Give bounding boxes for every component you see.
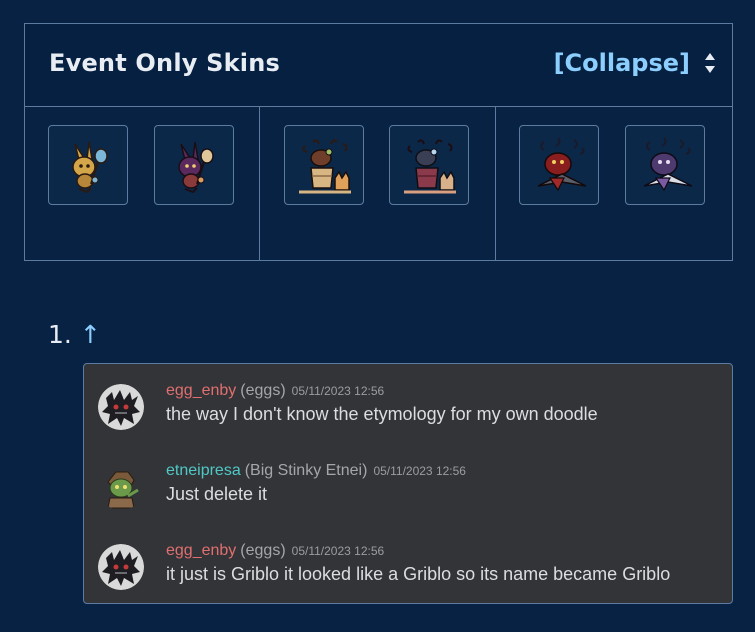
skin-slot[interactable] (389, 125, 469, 205)
message-text: it just is Griblo it looked like a Gribl… (166, 564, 671, 584)
skins-table-title: Event Only Skins (49, 49, 280, 77)
timestamp: 05/11/2023 12:56 (373, 464, 466, 478)
collapse-toggle[interactable]: [Collapse] (554, 49, 716, 77)
nickname: (eggs) (240, 542, 286, 559)
goblin-avatar-icon (98, 464, 144, 510)
message-text: Just delete it (166, 484, 268, 504)
bunny-pet-skin-purple-icon (178, 141, 214, 194)
timestamp: 05/11/2023 12:56 (291, 384, 385, 398)
skins-table-header: Event Only Skins [Collapse] (25, 24, 732, 107)
chat-message: egg_enby (eggs) 05/11/2023 12:56 the way I… (84, 378, 732, 438)
bird-pet-skin-red-icon (537, 137, 587, 192)
skins-cell-bunny (25, 107, 260, 260)
chat-message: etneipresa (Big Stinky Etnei) 05/11/2023 1… (84, 458, 732, 518)
skin-slot[interactable] (519, 125, 599, 205)
sort-up-down-icon[interactable] (704, 52, 716, 74)
collapse-link[interactable]: [Collapse] (554, 49, 690, 77)
skin-slot[interactable] (625, 125, 705, 205)
skins-cell-bird (496, 107, 732, 260)
message-header: egg_enby (eggs) 05/11/2023 12:56 (166, 382, 384, 400)
timestamp: 05/11/2023 12:56 (291, 544, 385, 558)
black-creature-avatar-icon (98, 544, 144, 590)
skin-slot[interactable] (48, 125, 128, 205)
message-header: etneipresa (Big Stinky Etnei) 05/11/2023 1… (166, 462, 466, 480)
reference-number: 1. (48, 320, 72, 349)
chat-message: egg_enby (eggs) 05/11/2023 12:56 it just i… (84, 538, 732, 598)
username[interactable]: etneipresa (166, 462, 241, 479)
nickname: (Big Stinky Etnei) (244, 462, 368, 479)
event-only-skins-table: Event Only Skins [Collapse] (24, 23, 733, 261)
bird-pet-skin-violet-icon (643, 137, 693, 192)
skins-table-body (25, 107, 732, 260)
skins-cell-basket (260, 107, 496, 260)
jump-up-arrow-link[interactable]: ↑ (80, 320, 101, 349)
skin-slot[interactable] (284, 125, 364, 205)
black-creature-avatar-icon (98, 384, 144, 430)
basket-pet-skin-purple-icon (404, 139, 456, 194)
wiki-page: Event Only Skins [Collapse] 1. ↑ egg_enb… (0, 0, 755, 632)
username[interactable]: egg_enby (166, 542, 236, 559)
basket-pet-skin-tan-icon (299, 139, 351, 194)
username[interactable]: egg_enby (166, 382, 236, 399)
nickname: (eggs) (240, 382, 286, 399)
discord-chat-screenshot: egg_enby (eggs) 05/11/2023 12:56 the way I… (83, 363, 733, 604)
skin-slot[interactable] (154, 125, 234, 205)
reference-list-item: 1. ↑ (48, 320, 101, 349)
message-text: the way I don't know the etymology for m… (166, 404, 598, 424)
message-header: egg_enby (eggs) 05/11/2023 12:56 (166, 542, 384, 560)
bunny-pet-skin-tan-icon (72, 141, 108, 194)
